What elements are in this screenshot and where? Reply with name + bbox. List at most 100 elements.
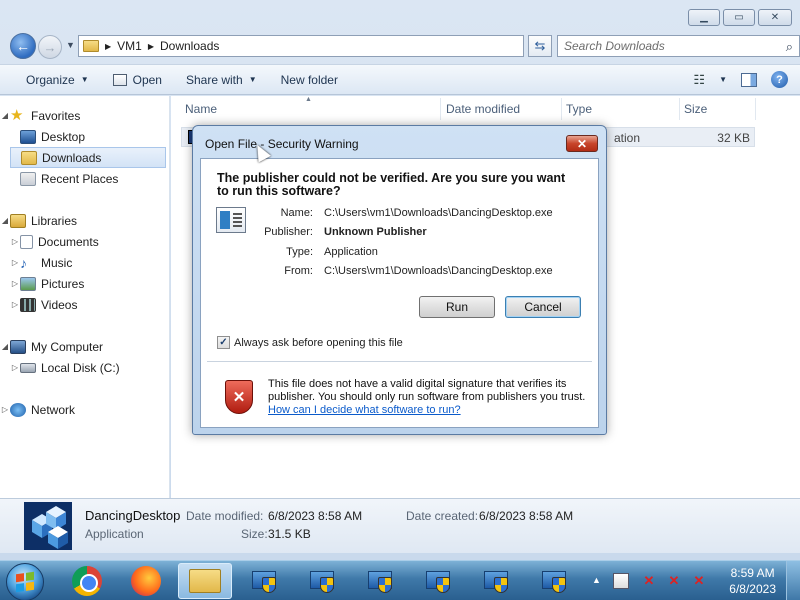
from-label: From: — [284, 265, 313, 277]
nav-recent-places[interactable]: Recent Places — [0, 168, 166, 189]
chrome-icon — [72, 566, 102, 596]
details-file-type: Application — [85, 527, 144, 541]
taskbar-firefox[interactable] — [119, 563, 173, 599]
nav-desktop[interactable]: Desktop — [0, 126, 166, 147]
security-warning-dialog: Open File - Security Warning ✕ The publi… — [192, 125, 607, 435]
type-label: Type: — [286, 246, 313, 258]
collapse-arrow-icon[interactable]: ▷ — [0, 405, 10, 414]
network-status-icon[interactable]: ✕ — [666, 573, 682, 589]
open-label: Open — [132, 72, 162, 87]
volume-muted-icon[interactable]: ✕ — [691, 573, 707, 589]
help-icon[interactable]: ? — [771, 71, 788, 88]
show-desktop-button[interactable] — [786, 561, 800, 600]
toolbar-right: ☷ ▼ ? — [693, 71, 788, 88]
run-button[interactable]: Run — [419, 296, 495, 318]
nav-favorites[interactable]: ◢ ★ Favorites — [0, 105, 166, 126]
always-ask-row[interactable]: ✓ Always ask before opening this file — [217, 336, 403, 349]
search-placeholder: Search Downloads — [564, 39, 665, 53]
new-folder-button[interactable]: New folder — [269, 73, 350, 87]
windows-logo-icon — [16, 571, 34, 593]
close-icon: ✕ — [576, 136, 588, 151]
help-link[interactable]: How can I decide what software to run? — [268, 404, 461, 416]
organize-button[interactable]: Organize ▼ — [0, 73, 101, 87]
details-file-name: DancingDesktop — [85, 508, 181, 523]
show-hidden-icons-icon[interactable]: ▲ — [592, 575, 601, 585]
expand-arrow-icon[interactable]: ◢ — [0, 342, 10, 351]
nav-local-disk[interactable]: ▷ Local Disk (C:) — [0, 357, 166, 378]
back-button[interactable]: ← — [10, 33, 36, 59]
network-disconnected-icon[interactable]: ✕ — [641, 573, 657, 589]
forward-button[interactable]: → — [38, 35, 62, 59]
pictures-icon — [20, 276, 36, 291]
command-bar: Organize ▼ Open Share with ▼ New folder … — [0, 64, 800, 95]
expand-arrow-icon[interactable]: ◢ — [0, 111, 10, 120]
nav-pictures[interactable]: ▷ Pictures — [0, 273, 166, 294]
system-clock[interactable]: 8:59 AM 6/8/2023 — [729, 565, 776, 597]
close-button[interactable]: ✕ — [758, 9, 792, 26]
nav-music[interactable]: ▷ ♪ Music — [0, 252, 166, 273]
nav-music-label: Music — [41, 255, 73, 270]
column-header-name[interactable]: Name — [181, 98, 441, 120]
taskbar-security-prompt-3[interactable] — [353, 563, 407, 599]
expand-arrow-icon[interactable]: ◢ — [0, 216, 10, 225]
collapse-arrow-icon[interactable]: ▷ — [10, 237, 20, 246]
taskbar-security-prompt-2[interactable] — [295, 563, 349, 599]
search-icon[interactable]: ⌕ — [786, 39, 793, 55]
start-button[interactable] — [6, 563, 44, 600]
column-header-date-modified[interactable]: Date modified — [442, 98, 562, 120]
preview-pane-icon[interactable] — [741, 72, 757, 87]
uac-shield-icon — [424, 567, 452, 595]
nav-network[interactable]: ▷ Network — [0, 399, 166, 420]
always-ask-label[interactable]: Always ask before opening this file — [234, 337, 403, 349]
nav-libraries-label: Libraries — [31, 213, 78, 228]
videos-icon — [20, 297, 36, 312]
details-date-created-label: Date created: — [406, 509, 479, 523]
address-bar[interactable]: ▶ VM1 ▶ Downloads — [78, 35, 524, 57]
collapse-arrow-icon[interactable]: ▷ — [10, 258, 20, 267]
history-dropdown[interactable]: ▼ — [66, 40, 75, 50]
nav-documents[interactable]: ▷ Documents — [0, 231, 166, 252]
breadcrumb-separator-icon[interactable]: ▶ — [105, 42, 111, 51]
collapse-arrow-icon[interactable]: ▷ — [10, 300, 20, 309]
chevron-down-icon[interactable]: ▼ — [719, 75, 727, 84]
nav-my-computer[interactable]: ◢ My Computer — [0, 336, 166, 357]
taskbar-security-prompt-1[interactable] — [237, 563, 291, 599]
always-ask-checkbox[interactable]: ✓ — [217, 336, 230, 349]
breadcrumb-downloads[interactable]: Downloads — [160, 39, 219, 53]
breadcrumb-vm1[interactable]: VM1 — [117, 39, 142, 53]
search-input[interactable]: Search Downloads ⌕ — [557, 35, 800, 57]
open-button[interactable]: Open — [101, 73, 174, 87]
share-with-button[interactable]: Share with ▼ — [174, 73, 269, 87]
collapse-arrow-icon[interactable]: ▷ — [10, 279, 20, 288]
column-type-label: Type — [566, 102, 593, 116]
dialog-title: Open File - Security Warning — [205, 137, 359, 151]
cancel-button[interactable]: Cancel — [505, 296, 581, 318]
arrow-left-icon: ← — [16, 38, 30, 54]
maximize-button[interactable]: ▭ — [723, 9, 755, 26]
navigation-row: ← → ▼ ▶ VM1 ▶ Downloads ⇆ Search Downloa… — [8, 33, 800, 59]
dialog-divider — [207, 361, 592, 362]
nav-libraries[interactable]: ◢ Libraries — [0, 210, 166, 231]
refresh-button[interactable]: ⇆ — [528, 35, 552, 57]
collapse-arrow-icon[interactable]: ▷ — [10, 363, 20, 372]
taskbar-security-prompt-5[interactable] — [469, 563, 523, 599]
folder-icon — [83, 40, 99, 52]
view-options-icon[interactable]: ☷ — [693, 72, 705, 88]
taskbar-security-prompt-6[interactable] — [527, 563, 581, 599]
nav-pictures-label: Pictures — [41, 276, 85, 291]
taskbar-chrome[interactable] — [60, 563, 114, 599]
taskbar-explorer[interactable] — [178, 563, 232, 599]
action-center-flag-icon[interactable] — [613, 573, 629, 589]
explorer-folder-icon — [189, 569, 221, 593]
uac-shield-icon — [308, 567, 336, 595]
breadcrumb-separator-icon[interactable]: ▶ — [148, 42, 154, 51]
dialog-close-button[interactable]: ✕ — [566, 135, 598, 152]
nav-downloads[interactable]: Downloads — [10, 147, 166, 168]
warning-shield-icon: ✕ — [225, 380, 253, 414]
minimize-button[interactable]: ▁ — [688, 9, 720, 26]
column-header-type[interactable]: Type — [562, 98, 680, 120]
taskbar-security-prompt-4[interactable] — [411, 563, 465, 599]
dialog-heading: The publisher could not be verified. Are… — [217, 171, 566, 198]
nav-videos[interactable]: ▷ Videos — [0, 294, 166, 315]
column-header-size[interactable]: Size — [680, 98, 756, 120]
